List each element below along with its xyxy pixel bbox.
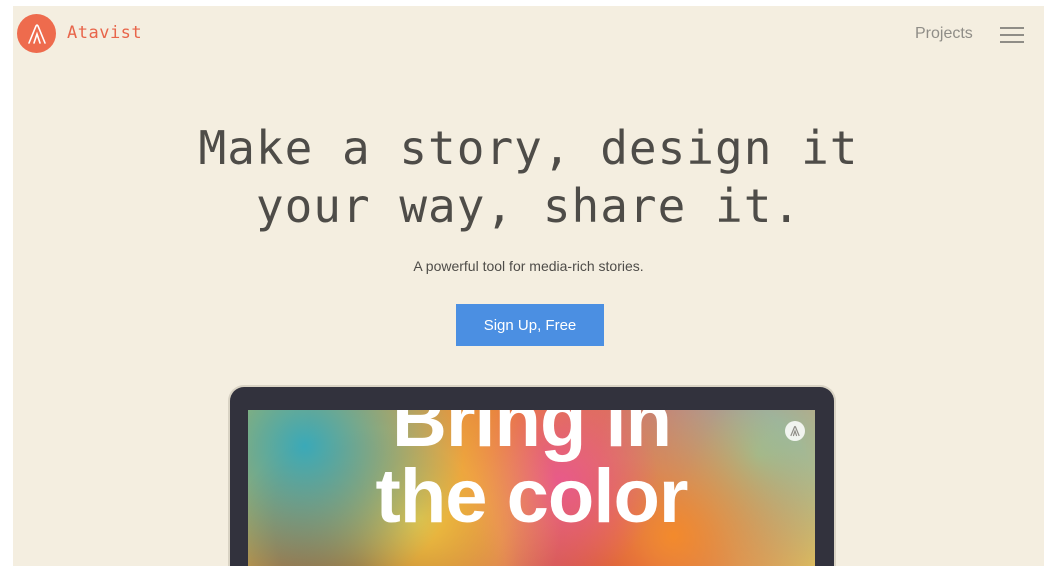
story-preview-screen: Bring in the color — [248, 410, 815, 572]
window-bottom-edge — [0, 566, 1044, 572]
atavist-logo-icon[interactable] — [17, 14, 56, 53]
nav-link-projects[interactable]: Projects — [915, 25, 973, 43]
hero-title-line-1: Make a story, design it — [198, 121, 859, 175]
sign-up-button[interactable]: Sign Up, Free — [456, 304, 604, 346]
hamburger-menu-icon[interactable] — [1000, 27, 1024, 45]
hero-subtitle: A powerful tool for media-rich stories. — [413, 258, 644, 274]
page: Atavist Projects Make a story, design it… — [13, 6, 1044, 572]
top-nav: Atavist Projects — [13, 6, 1044, 66]
preview-headline: Bring in the color — [248, 410, 815, 535]
hero-title: Make a story, design it your way, share … — [13, 119, 1044, 235]
preview-headline-line-2: the color — [375, 454, 689, 539]
atavist-badge-icon — [785, 421, 805, 441]
logo-mark — [27, 23, 46, 44]
brand-name[interactable]: Atavist — [67, 23, 142, 43]
device-preview-frame: Bring in the color — [230, 387, 834, 572]
hero-title-line-2: your way, share it. — [255, 179, 802, 233]
badge-mark — [790, 425, 800, 437]
